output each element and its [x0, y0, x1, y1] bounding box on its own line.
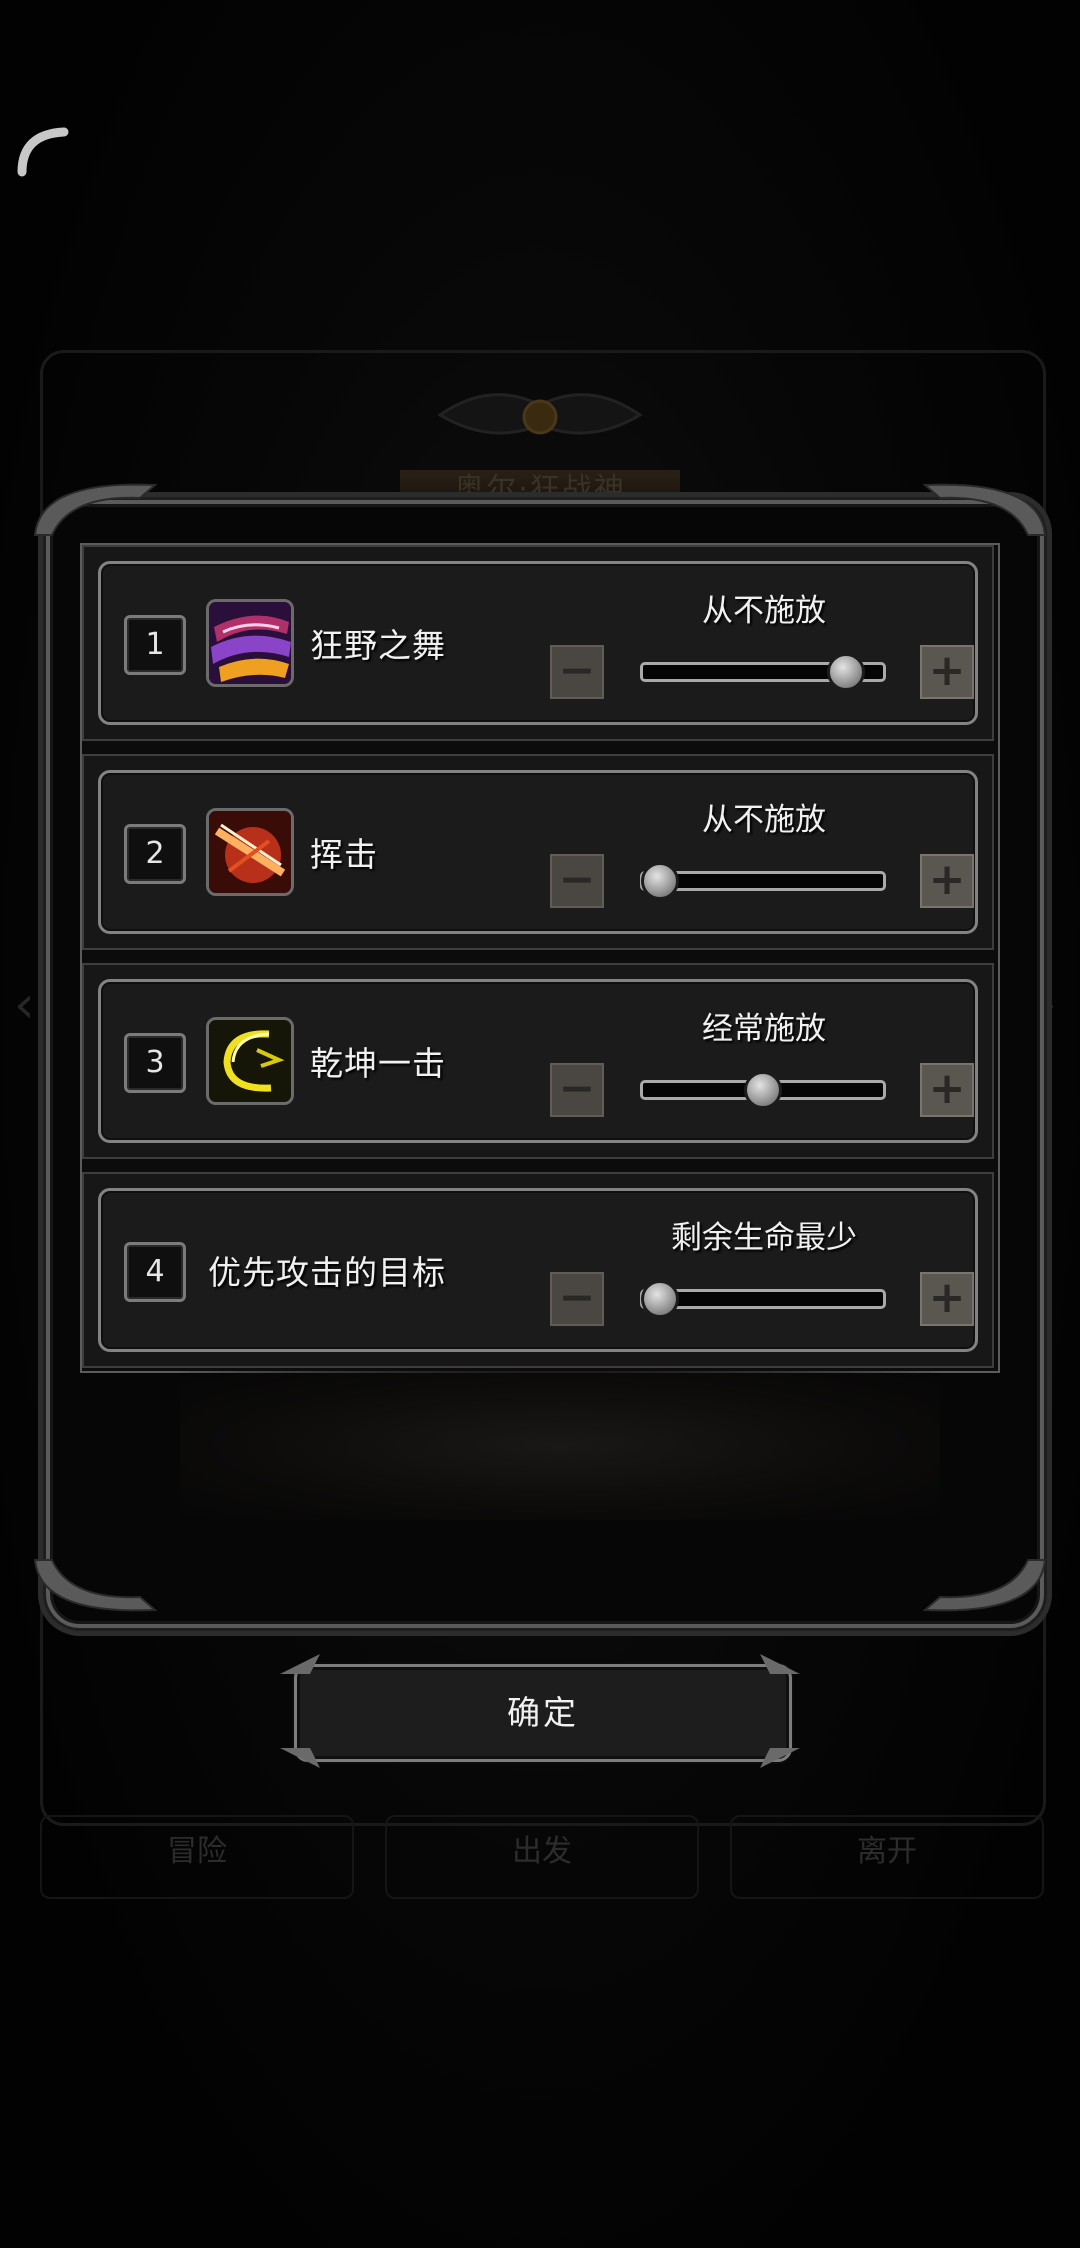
increase-button[interactable]: +	[920, 1063, 974, 1117]
frequency-slider[interactable]	[640, 1071, 886, 1109]
target-priority-slider[interactable]	[640, 1280, 886, 1318]
decrease-button[interactable]: −	[550, 854, 604, 908]
skill-row-2: 2 挥击 从不施放 − +	[82, 754, 994, 950]
priority-number-box[interactable]: 2	[124, 824, 186, 884]
dialog-corner-ornament-icon	[33, 483, 158, 536]
dialog-corner-ornament-icon	[922, 1559, 1047, 1612]
game-screen: 奥尔·狂战神 ‹ › 冒险 出发 离开 1 狂野之舞 从不施放 − + 2 挥击…	[0, 0, 1080, 2248]
background-tab-depart: 出发	[385, 1815, 699, 1899]
slider-handle[interactable]	[640, 1280, 679, 1318]
slider-handle[interactable]	[744, 1071, 782, 1109]
frequency-slider[interactable]	[640, 862, 886, 900]
target-priority-label: 优先攻击的目标	[208, 1253, 446, 1292]
loading-spinner-icon	[17, 127, 69, 177]
button-ornament-icon	[280, 1654, 320, 1674]
button-ornament-icon	[760, 1748, 800, 1768]
background-tabs: 冒险 出发 离开	[40, 1815, 1044, 1899]
skill-row-1: 1 狂野之舞 从不施放 − +	[82, 545, 994, 741]
decrease-button[interactable]: −	[550, 645, 604, 699]
slider-handle[interactable]	[826, 653, 865, 691]
slider-handle[interactable]	[640, 862, 679, 900]
yellow-arc-skill-icon	[206, 1017, 294, 1105]
increase-button[interactable]: +	[920, 1272, 974, 1326]
priority-number-box[interactable]: 1	[124, 615, 186, 675]
decrease-button[interactable]: −	[550, 1272, 604, 1326]
dialog-corner-ornament-icon	[922, 483, 1047, 536]
panel-background-texture	[180, 1370, 940, 1520]
target-priority-row: 4 优先攻击的目标 剩余生命最少 − +	[82, 1172, 994, 1368]
cast-frequency-label: 从不施放	[702, 593, 826, 629]
background-left-arrow-icon: ‹	[14, 975, 35, 1035]
background-crest-icon	[437, 393, 643, 435]
background-tab-leave: 离开	[730, 1815, 1044, 1899]
frequency-slider[interactable]	[640, 653, 886, 691]
decrease-button[interactable]: −	[550, 1063, 604, 1117]
skill-name: 狂野之舞	[310, 626, 446, 665]
cast-frequency-label: 经常施放	[702, 1011, 826, 1047]
dialog-corner-ornament-icon	[33, 1559, 158, 1612]
skill-row-3: 3 乾坤一击 经常施放 − +	[82, 963, 994, 1159]
background-tab-adventure: 冒险	[40, 1815, 354, 1899]
button-ornament-icon	[760, 1654, 800, 1674]
cast-frequency-label: 从不施放	[702, 802, 826, 838]
priority-number-box[interactable]: 4	[124, 1242, 186, 1302]
red-strike-skill-icon	[206, 808, 294, 896]
confirm-button[interactable]: 确定	[294, 1664, 792, 1762]
increase-button[interactable]: +	[920, 854, 974, 908]
priority-number-box[interactable]: 3	[124, 1033, 186, 1093]
purple-slash-skill-icon	[206, 599, 294, 687]
button-ornament-icon	[280, 1748, 320, 1768]
skill-name: 挥击	[310, 835, 378, 874]
target-priority-value: 剩余生命最少	[671, 1220, 857, 1256]
skill-name: 乾坤一击	[310, 1044, 446, 1083]
increase-button[interactable]: +	[920, 645, 974, 699]
